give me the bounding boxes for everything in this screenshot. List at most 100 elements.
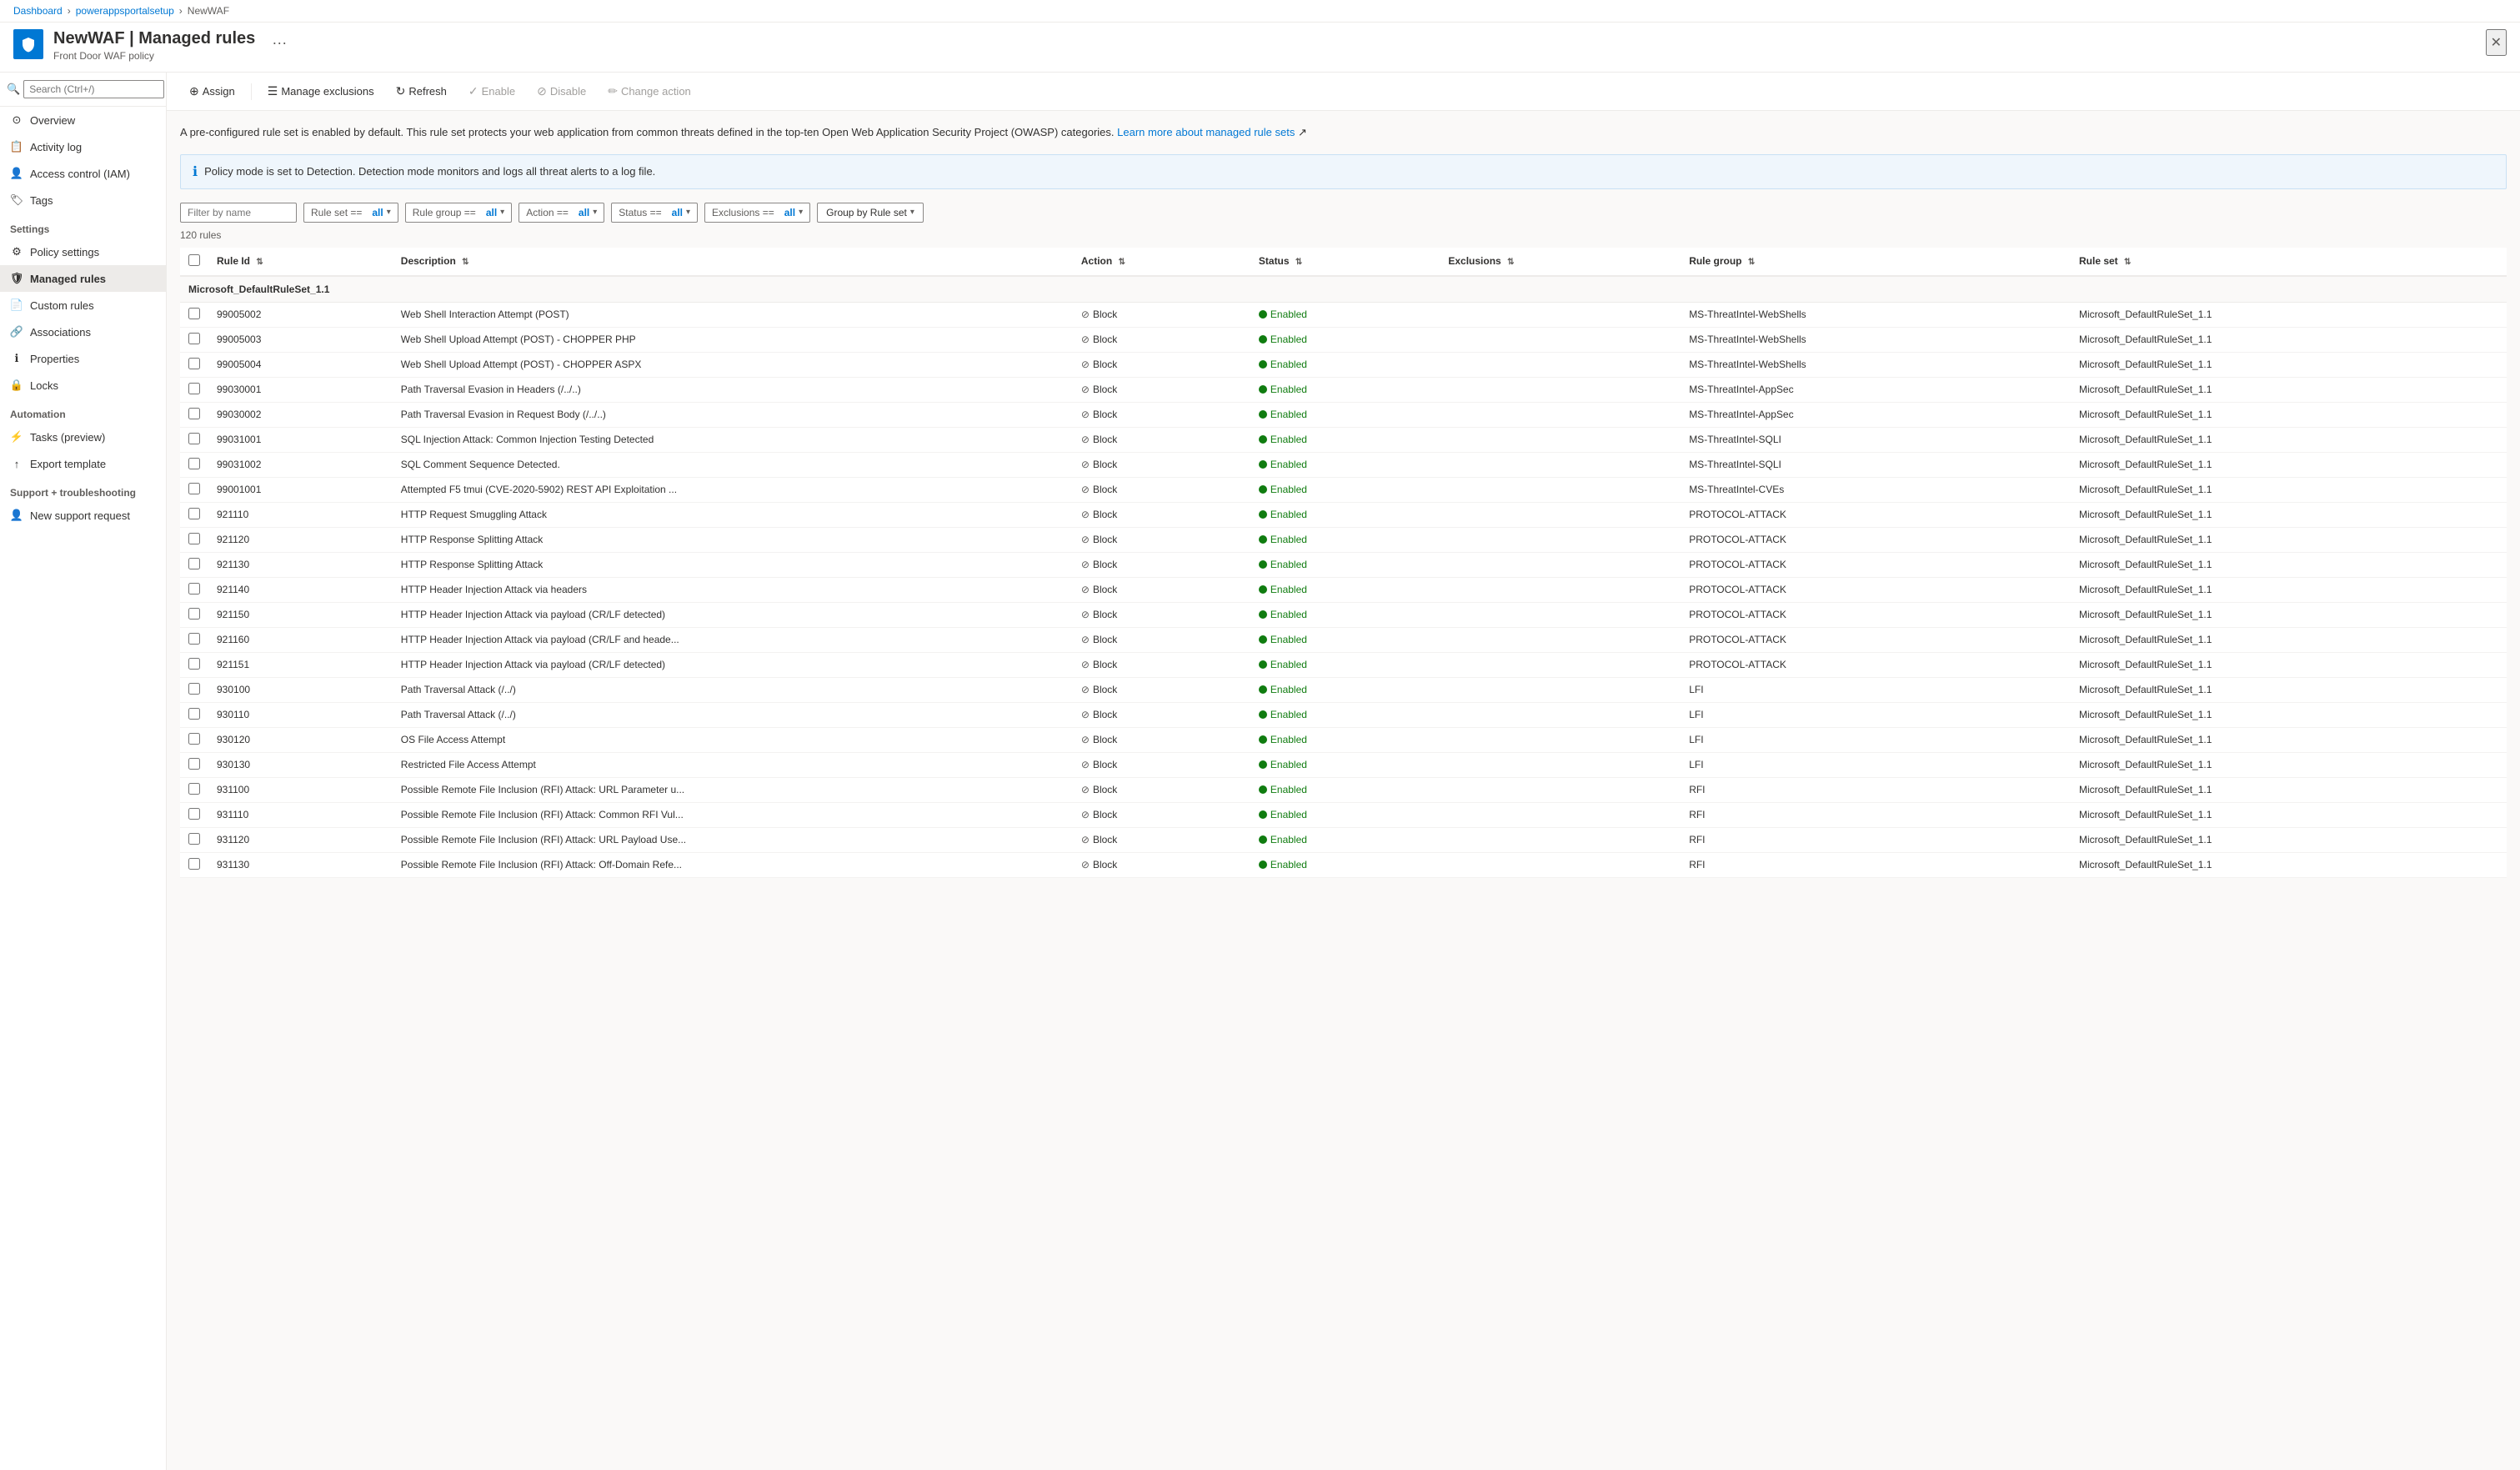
status-filter[interactable]: Status == all ▾ bbox=[611, 203, 698, 223]
row-checkbox-cell[interactable] bbox=[180, 377, 208, 402]
action-filter[interactable]: Action == all ▾ bbox=[519, 203, 604, 223]
row-checkbox[interactable] bbox=[188, 833, 200, 845]
row-checkbox[interactable] bbox=[188, 608, 200, 620]
refresh-button[interactable]: ↻ Refresh bbox=[387, 79, 456, 103]
row-checkbox-cell[interactable] bbox=[180, 327, 208, 352]
breadcrumb-portal[interactable]: powerappsportalsetup bbox=[76, 5, 174, 17]
row-checkbox[interactable] bbox=[188, 483, 200, 494]
row-checkbox[interactable] bbox=[188, 633, 200, 645]
breadcrumb-dashboard[interactable]: Dashboard bbox=[13, 5, 63, 17]
row-action: ⊘ Block bbox=[1073, 777, 1250, 802]
enable-button[interactable]: ✓ Enable bbox=[459, 79, 524, 103]
row-checkbox[interactable] bbox=[188, 383, 200, 394]
status-sort[interactable]: ⇅ bbox=[1295, 258, 1302, 267]
sidebar-item-overview[interactable]: ⊙ Overview bbox=[0, 107, 166, 133]
rule-id-sort[interactable]: ⇅ bbox=[256, 258, 263, 267]
row-status: Enabled bbox=[1250, 427, 1440, 452]
sidebar-item-access-control[interactable]: 👤 Access control (IAM) bbox=[0, 160, 166, 187]
sidebar-item-managed-rules[interactable]: 🛡 Managed rules bbox=[0, 265, 166, 292]
row-checkbox-cell[interactable] bbox=[180, 352, 208, 377]
row-checkbox-cell[interactable] bbox=[180, 652, 208, 677]
row-checkbox[interactable] bbox=[188, 408, 200, 419]
row-checkbox[interactable] bbox=[188, 508, 200, 519]
rule-group-filter[interactable]: Rule group == all ▾ bbox=[405, 203, 512, 223]
disable-button[interactable]: ⊘ Disable bbox=[528, 79, 595, 103]
rule-set-filter[interactable]: Rule set == all ▾ bbox=[303, 203, 398, 223]
row-checkbox-cell[interactable] bbox=[180, 452, 208, 477]
row-status: Enabled bbox=[1250, 702, 1440, 727]
search-input[interactable] bbox=[23, 80, 164, 98]
row-checkbox-cell[interactable] bbox=[180, 702, 208, 727]
header-menu-button[interactable]: ··· bbox=[272, 34, 287, 52]
row-checkbox[interactable] bbox=[188, 558, 200, 569]
manage-exclusions-button[interactable]: ☰ Manage exclusions bbox=[258, 79, 383, 103]
row-checkbox[interactable] bbox=[188, 308, 200, 319]
select-all-checkbox[interactable] bbox=[188, 254, 200, 266]
sidebar-item-activity-log[interactable]: 📋 Activity log bbox=[0, 133, 166, 160]
change-action-button[interactable]: ✏ Change action bbox=[599, 79, 700, 103]
row-checkbox-cell[interactable] bbox=[180, 427, 208, 452]
learn-more-link[interactable]: Learn more about managed rule sets bbox=[1117, 126, 1295, 138]
row-checkbox[interactable] bbox=[188, 358, 200, 369]
row-checkbox[interactable] bbox=[188, 858, 200, 870]
close-button[interactable]: ✕ bbox=[2486, 29, 2507, 56]
assign-button[interactable]: ⊕ Assign bbox=[180, 79, 244, 103]
row-checkbox-cell[interactable] bbox=[180, 627, 208, 652]
sidebar-item-locks[interactable]: 🔒 Locks bbox=[0, 372, 166, 399]
row-checkbox-cell[interactable] bbox=[180, 477, 208, 502]
sidebar-item-associations[interactable]: 🔗 Associations bbox=[0, 319, 166, 345]
row-checkbox-cell[interactable] bbox=[180, 727, 208, 752]
row-checkbox[interactable] bbox=[188, 783, 200, 795]
select-all-header[interactable] bbox=[180, 248, 208, 276]
row-checkbox-cell[interactable] bbox=[180, 502, 208, 527]
status-dot bbox=[1259, 335, 1267, 344]
description-sort[interactable]: ⇅ bbox=[462, 258, 468, 267]
sidebar-item-export[interactable]: ↑ Export template bbox=[0, 450, 166, 477]
rule-set-sort[interactable]: ⇅ bbox=[2124, 258, 2131, 267]
sidebar: 🔍 « ⊙ Overview 📋 Activity log 👤 Access c… bbox=[0, 73, 167, 1470]
row-rule-set: Microsoft_DefaultRuleSet_1.1 bbox=[2071, 677, 2507, 702]
action-sort[interactable]: ⇅ bbox=[1119, 258, 1125, 267]
row-checkbox[interactable] bbox=[188, 658, 200, 670]
row-checkbox-cell[interactable] bbox=[180, 302, 208, 327]
row-checkbox[interactable] bbox=[188, 683, 200, 695]
status-chevron: ▾ bbox=[686, 208, 690, 217]
exclusions-sort[interactable]: ⇅ bbox=[1507, 258, 1514, 267]
rule-group-sort[interactable]: ⇅ bbox=[1748, 258, 1755, 267]
group-by-dropdown[interactable]: Group by Rule set ▾ bbox=[817, 203, 924, 223]
row-checkbox[interactable] bbox=[188, 583, 200, 595]
row-checkbox-cell[interactable] bbox=[180, 602, 208, 627]
row-checkbox[interactable] bbox=[188, 733, 200, 745]
row-checkbox-cell[interactable] bbox=[180, 577, 208, 602]
row-checkbox[interactable] bbox=[188, 458, 200, 469]
sidebar-item-custom-rules[interactable]: 📄 Custom rules bbox=[0, 292, 166, 319]
sidebar-item-policy-settings[interactable]: ⚙ Policy settings bbox=[0, 238, 166, 265]
row-checkbox[interactable] bbox=[188, 708, 200, 720]
exclusions-filter[interactable]: Exclusions == all ▾ bbox=[704, 203, 810, 223]
row-checkbox-cell[interactable] bbox=[180, 852, 208, 877]
row-checkbox-cell[interactable] bbox=[180, 802, 208, 827]
row-checkbox[interactable] bbox=[188, 758, 200, 770]
row-checkbox-cell[interactable] bbox=[180, 552, 208, 577]
row-checkbox-cell[interactable] bbox=[180, 752, 208, 777]
sidebar-item-support[interactable]: 👤 New support request bbox=[0, 502, 166, 529]
sidebar-item-tasks[interactable]: ⚡ Tasks (preview) bbox=[0, 424, 166, 450]
activity-icon: 📋 bbox=[10, 140, 23, 153]
row-checkbox-cell[interactable] bbox=[180, 527, 208, 552]
filter-by-name-input[interactable] bbox=[180, 203, 297, 223]
row-checkbox[interactable] bbox=[188, 533, 200, 544]
row-checkbox-cell[interactable] bbox=[180, 402, 208, 427]
sidebar-label-properties: Properties bbox=[30, 353, 79, 365]
row-checkbox[interactable] bbox=[188, 433, 200, 444]
row-checkbox[interactable] bbox=[188, 808, 200, 820]
sidebar-item-tags[interactable]: 🏷 Tags bbox=[0, 187, 166, 213]
row-action: ⊘ Block bbox=[1073, 352, 1250, 377]
row-checkbox-cell[interactable] bbox=[180, 827, 208, 852]
sidebar-item-properties[interactable]: ℹ Properties bbox=[0, 345, 166, 372]
row-checkbox-cell[interactable] bbox=[180, 777, 208, 802]
row-checkbox[interactable] bbox=[188, 333, 200, 344]
row-checkbox-cell[interactable] bbox=[180, 677, 208, 702]
block-icon: ⊘ bbox=[1081, 434, 1090, 445]
status-dot bbox=[1259, 410, 1267, 419]
row-exclusions bbox=[1440, 527, 1681, 552]
